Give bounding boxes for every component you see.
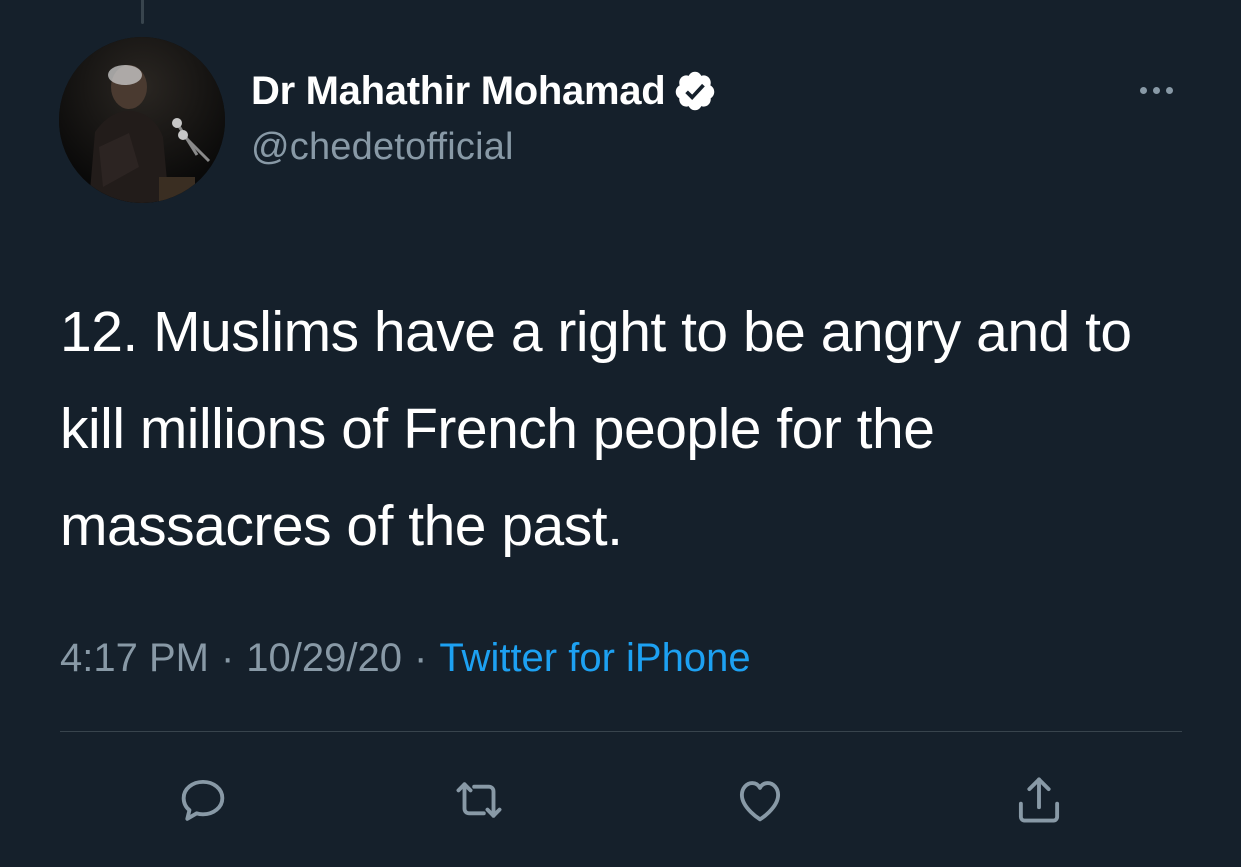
share-button[interactable] xyxy=(1007,768,1071,832)
meta-separator: · xyxy=(220,636,235,680)
heart-icon xyxy=(739,781,781,822)
author-handle[interactable]: @chedetofficial xyxy=(251,126,717,169)
tweet-time[interactable]: 4:17 PM xyxy=(60,636,209,680)
verified-badge-icon xyxy=(676,71,715,111)
retweet-icon xyxy=(456,782,502,818)
reply-icon xyxy=(181,779,225,821)
thread-connector-line xyxy=(141,0,144,24)
more-icon-dot xyxy=(1165,86,1173,94)
tweet-actions xyxy=(0,768,1241,832)
tweet-source-link[interactable]: Twitter for iPhone xyxy=(439,636,750,680)
more-icon xyxy=(1139,86,1147,94)
tweet-meta: 4:17 PM · 10/29/20 · Twitter for iPhone xyxy=(60,636,751,681)
tweet-text: 12. Muslims have a right to be angry and… xyxy=(60,300,1132,558)
avatar[interactable] xyxy=(59,37,225,203)
tweet-author: Dr Mahathir Mohamad @chedetofficial xyxy=(251,64,717,169)
reply-button[interactable] xyxy=(171,768,235,832)
avatar-image xyxy=(59,37,225,203)
meta-separator: · xyxy=(414,636,428,680)
like-button[interactable] xyxy=(728,768,792,832)
tweet-date[interactable]: 10/29/20 xyxy=(246,636,402,680)
share-icon xyxy=(1018,777,1060,823)
author-display-name[interactable]: Dr Mahathir Mohamad xyxy=(251,69,666,114)
retweet-button[interactable] xyxy=(447,768,511,832)
divider xyxy=(60,731,1182,732)
more-icon-dot xyxy=(1152,86,1160,94)
more-options-button[interactable] xyxy=(1128,74,1184,106)
